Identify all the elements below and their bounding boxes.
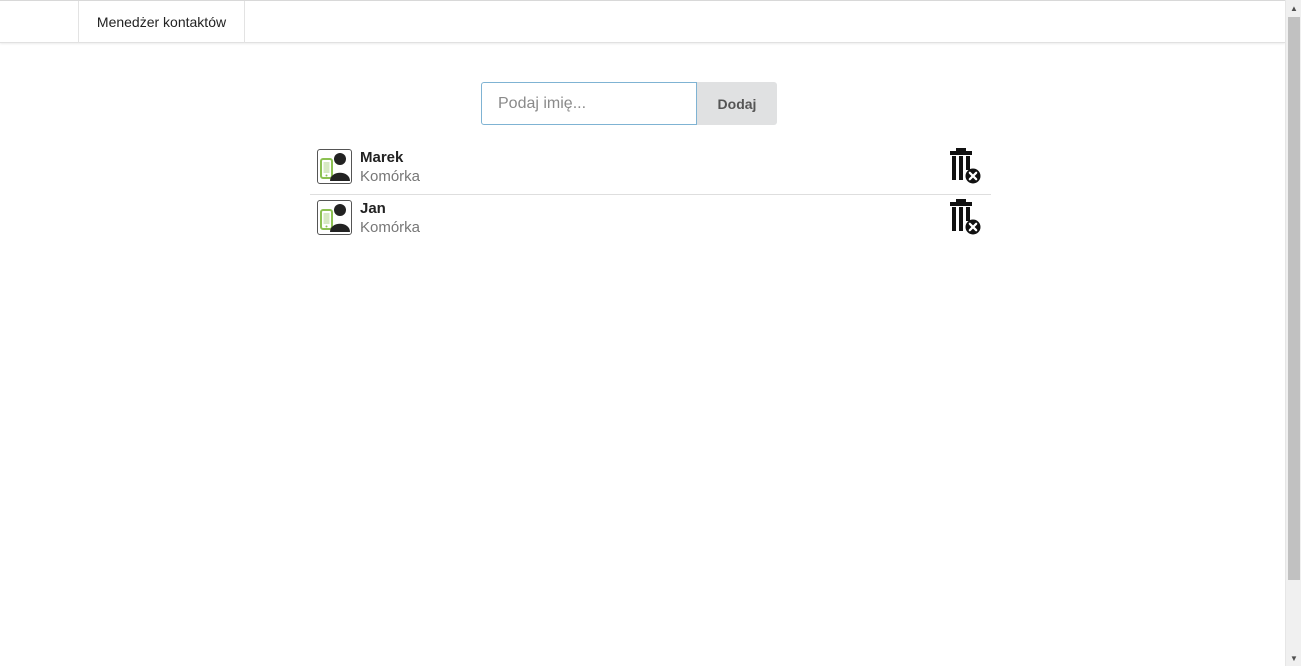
scroll-down-arrow-icon[interactable]: ▼: [1286, 650, 1301, 666]
trash-remove-icon[interactable]: [948, 199, 982, 235]
contact-list: Marek Komórka Jan Komórka: [310, 144, 991, 246]
vertical-scrollbar[interactable]: ▲ ▼: [1285, 0, 1301, 666]
nav-item-label: Menedżer kontaktów: [96, 14, 227, 30]
scroll-up-arrow-icon[interactable]: ▲: [1286, 0, 1301, 16]
contact-type: Komórka: [360, 219, 421, 236]
nav-item-contact-manager[interactable]: Menedżer kontaktów: [78, 1, 245, 43]
mobile-contact-icon: [317, 200, 352, 235]
list-item[interactable]: Jan Komórka: [310, 195, 991, 246]
mobile-contact-icon: [317, 149, 352, 184]
app-viewport: Menedżer kontaktów Dodaj Marek Komórka: [0, 0, 1285, 666]
scroll-thumb[interactable]: [1288, 17, 1300, 580]
contact-name: Jan: [360, 200, 386, 217]
add-button[interactable]: Dodaj: [697, 82, 777, 125]
list-item[interactable]: Marek Komórka: [310, 144, 991, 195]
contact-type: Komórka: [360, 168, 421, 185]
name-input[interactable]: [481, 82, 697, 125]
trash-remove-icon[interactable]: [948, 148, 982, 184]
add-contact-form: Dodaj: [481, 82, 777, 125]
top-navbar: Menedżer kontaktów: [0, 1, 1285, 43]
contact-name: Marek: [360, 149, 404, 166]
